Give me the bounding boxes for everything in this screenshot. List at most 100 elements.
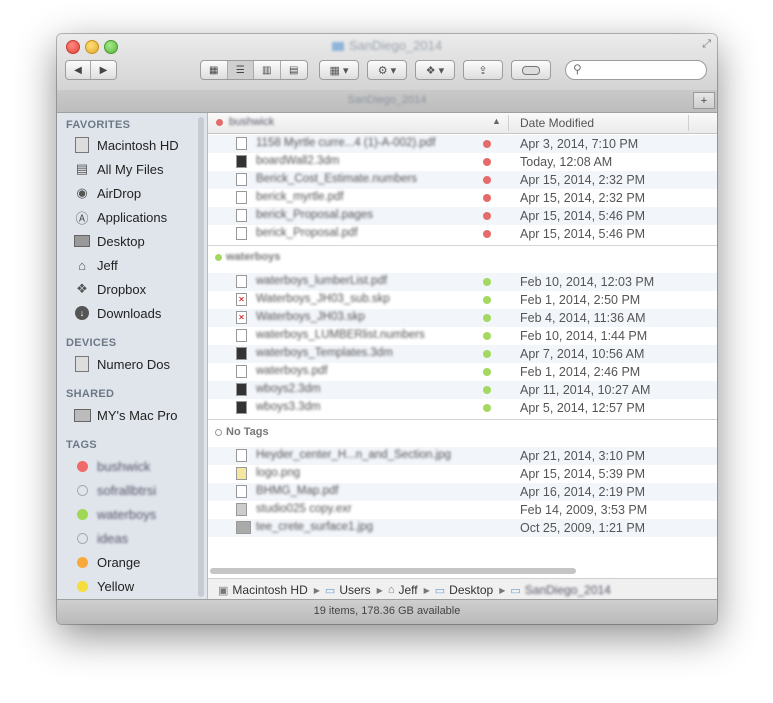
back-button[interactable]: ◀ xyxy=(66,61,91,79)
sidebar-item-label: AirDrop xyxy=(97,185,142,201)
sidebar-tag-yellow[interactable]: Yellow xyxy=(73,575,201,597)
tags-button[interactable] xyxy=(511,60,551,80)
jpg-file-icon xyxy=(236,449,247,462)
table-row[interactable]: ✕ Waterboys_JH03.skp Feb 4, 2014, 11:36 … xyxy=(208,309,717,327)
horizontal-scrollbar[interactable] xyxy=(210,568,576,574)
table-row[interactable]: berick_Proposal.pages Apr 15, 2014, 5:46… xyxy=(208,207,717,225)
share-icon: ⇪ xyxy=(478,64,488,77)
dropbox-icon: ❖ ▾ xyxy=(425,64,445,77)
hard-drive-icon: ▣ xyxy=(218,584,229,597)
table-row[interactable]: waterboys_LUMBERlist.numbers Feb 10, 201… xyxy=(208,327,717,345)
desktop-icon xyxy=(73,233,91,249)
tab-title[interactable]: SanDiego_2014 xyxy=(57,94,717,106)
group-header-no-tags: No Tags xyxy=(208,421,717,443)
table-row[interactable]: berick_myrtle.pdf Apr 15, 2014, 2:32 PM xyxy=(208,189,717,207)
table-row[interactable]: tee_crete_surface1.jpg Oct 25, 2009, 1:2… xyxy=(208,519,717,537)
list-view-button[interactable]: ☰ xyxy=(227,61,254,79)
column-view-button[interactable]: ▥ xyxy=(254,61,281,79)
skp-file-icon: ✕ xyxy=(236,311,247,324)
forward-button[interactable]: ▶ xyxy=(91,61,116,79)
table-row[interactable]: ✕ Waterboys_JH03_sub.skp Feb 1, 2014, 2:… xyxy=(208,291,717,309)
sidebar-item-downloads[interactable]: ↓ Downloads xyxy=(73,302,201,324)
sidebar-item-label: ideas xyxy=(97,530,129,546)
sidebar-item-macintosh-hd[interactable]: Macintosh HD xyxy=(73,134,201,156)
tag-dot xyxy=(483,332,491,340)
sidebar-item-airdrop[interactable]: ◉ AirDrop xyxy=(73,182,201,204)
table-row[interactable]: wboys3.3dm Apr 5, 2014, 12:57 PM xyxy=(208,399,717,417)
name-column-header[interactable]: bushwick xyxy=(216,116,274,128)
path-item-desktop[interactable]: ▭ Desktop xyxy=(435,583,493,597)
status-bar: 19 items, 178.36 GB available xyxy=(57,599,717,624)
tags-header: TAGS xyxy=(66,439,97,451)
table-row[interactable]: Berick_Cost_Estimate.numbers Apr 15, 201… xyxy=(208,171,717,189)
search-field[interactable]: ⚲ xyxy=(565,60,707,80)
share-button[interactable]: ⇪ xyxy=(463,60,503,80)
coverflow-view-button[interactable]: ▤ xyxy=(281,61,307,79)
sidebar-tag-bushwick[interactable]: bushwick xyxy=(73,455,201,477)
path-item-current[interactable]: ▭ SanDiego_2014 xyxy=(510,583,610,597)
table-row[interactable]: waterboys.pdf Feb 1, 2014, 2:46 PM xyxy=(208,363,717,381)
sidebar-item-jeff[interactable]: ⌂ Jeff xyxy=(73,254,201,276)
new-tab-button[interactable]: + xyxy=(693,92,715,109)
table-row[interactable]: BHMG_Map.pdf Apr 16, 2014, 2:19 PM xyxy=(208,483,717,501)
sidebar-item-label: bushwick xyxy=(97,458,151,474)
home-icon: ⌂ xyxy=(78,257,86,273)
folder-icon: ▭ xyxy=(434,584,446,597)
table-row[interactable]: waterboys_Templates.3dm Apr 7, 2014, 10:… xyxy=(208,345,717,363)
tag-dot xyxy=(483,158,491,166)
path-item-users[interactable]: ▭ Users xyxy=(325,583,371,597)
table-row[interactable]: wboys2.3dm Apr 11, 2014, 10:27 AM xyxy=(208,381,717,399)
folder-icon: ▭ xyxy=(510,584,521,597)
sidebar-item-mac-pro[interactable]: MY's Mac Pro xyxy=(73,404,201,426)
chevron-right-icon: ▶ xyxy=(376,585,383,595)
sidebar-tag-ideas[interactable]: ideas xyxy=(73,527,201,549)
view-mode-control: ▦ ☰ ▥ ▤ xyxy=(200,60,308,80)
tag-dot-icon xyxy=(73,554,91,570)
path-item-jeff[interactable]: ⌂ Jeff xyxy=(388,583,418,597)
table-row[interactable]: boardWall2.3dm Today, 12:08 AM xyxy=(208,153,717,171)
sidebar-item-numero-dos[interactable]: Numero Dos xyxy=(73,353,201,375)
pdf-file-icon xyxy=(236,485,247,498)
fullscreen-icon[interactable]: ⤢ xyxy=(702,38,711,51)
tag-dot xyxy=(483,386,491,394)
forward-icon: ▶ xyxy=(99,64,108,76)
sidebar-item-applications[interactable]: Ⓐ Applications xyxy=(73,206,201,228)
sidebar-item-label: All My Files xyxy=(97,161,164,177)
columns-icon: ▥ xyxy=(262,64,272,76)
table-row[interactable]: studio025 copy.exr Feb 14, 2009, 3:53 PM xyxy=(208,501,717,519)
table-row[interactable]: logo.png Apr 15, 2014, 5:39 PM xyxy=(208,465,717,483)
action-button[interactable]: ⚙ ▾ xyxy=(367,60,407,80)
table-row[interactable]: waterboys_lumberList.pdf Feb 10, 2014, 1… xyxy=(208,273,717,291)
sidebar-tag-orange[interactable]: Orange xyxy=(73,551,201,573)
pdf-file-icon xyxy=(236,275,247,288)
sidebar-item-dropbox[interactable]: ❖ Dropbox xyxy=(73,278,201,300)
chevron-right-icon: ▶ xyxy=(423,585,430,595)
path-item-macintosh-hd[interactable]: ▣ Macintosh HD xyxy=(218,583,308,597)
pdf-file-icon xyxy=(236,191,247,204)
3dm-file-icon xyxy=(236,383,247,396)
path-bar: ▣ Macintosh HD ▶ ▭ Users ▶ ⌂ Jeff ▶ ▭ Deskto… xyxy=(208,578,717,600)
table-row[interactable]: Heyder_center_H...n_and_Section.jpg Apr … xyxy=(208,447,717,465)
sidebar-item-label: MY's Mac Pro xyxy=(97,407,178,423)
sidebar: FAVORITES Macintosh HD ▤ All My Files ◉ … xyxy=(57,113,208,600)
sort-ascending-icon[interactable]: ▲ xyxy=(492,116,501,126)
tag-dot-icon xyxy=(73,458,91,474)
jpg-file-icon xyxy=(236,521,251,534)
sidebar-tag-waterboys[interactable]: waterboys xyxy=(73,503,201,525)
sidebar-item-all-my-files[interactable]: ▤ All My Files xyxy=(73,158,201,180)
table-row[interactable]: 1158 Myrtle curre...4 (1)-A-002).pdf Apr… xyxy=(208,135,717,153)
sidebar-scrollbar[interactable] xyxy=(198,117,204,597)
arrange-button[interactable]: ▦ ▾ xyxy=(319,60,359,80)
tag-dot xyxy=(483,404,491,412)
sidebar-tag-sofrallbtrsi[interactable]: sofrallbtrsi xyxy=(73,479,201,501)
dropbox-button[interactable]: ❖ ▾ xyxy=(415,60,455,80)
tag-dot xyxy=(215,254,222,261)
table-row[interactable]: berick_Proposal.pdf Apr 15, 2014, 5:46 P… xyxy=(208,225,717,243)
date-modified-column-header[interactable]: Date Modified xyxy=(520,116,594,130)
window-title: SanDiego_2014 xyxy=(57,38,717,53)
tag-icon xyxy=(522,65,540,75)
favorites-header: FAVORITES xyxy=(66,119,131,131)
icon-view-button[interactable]: ▦ xyxy=(201,61,228,79)
sidebar-item-desktop[interactable]: Desktop xyxy=(73,230,201,252)
skp-file-icon: ✕ xyxy=(236,293,247,306)
